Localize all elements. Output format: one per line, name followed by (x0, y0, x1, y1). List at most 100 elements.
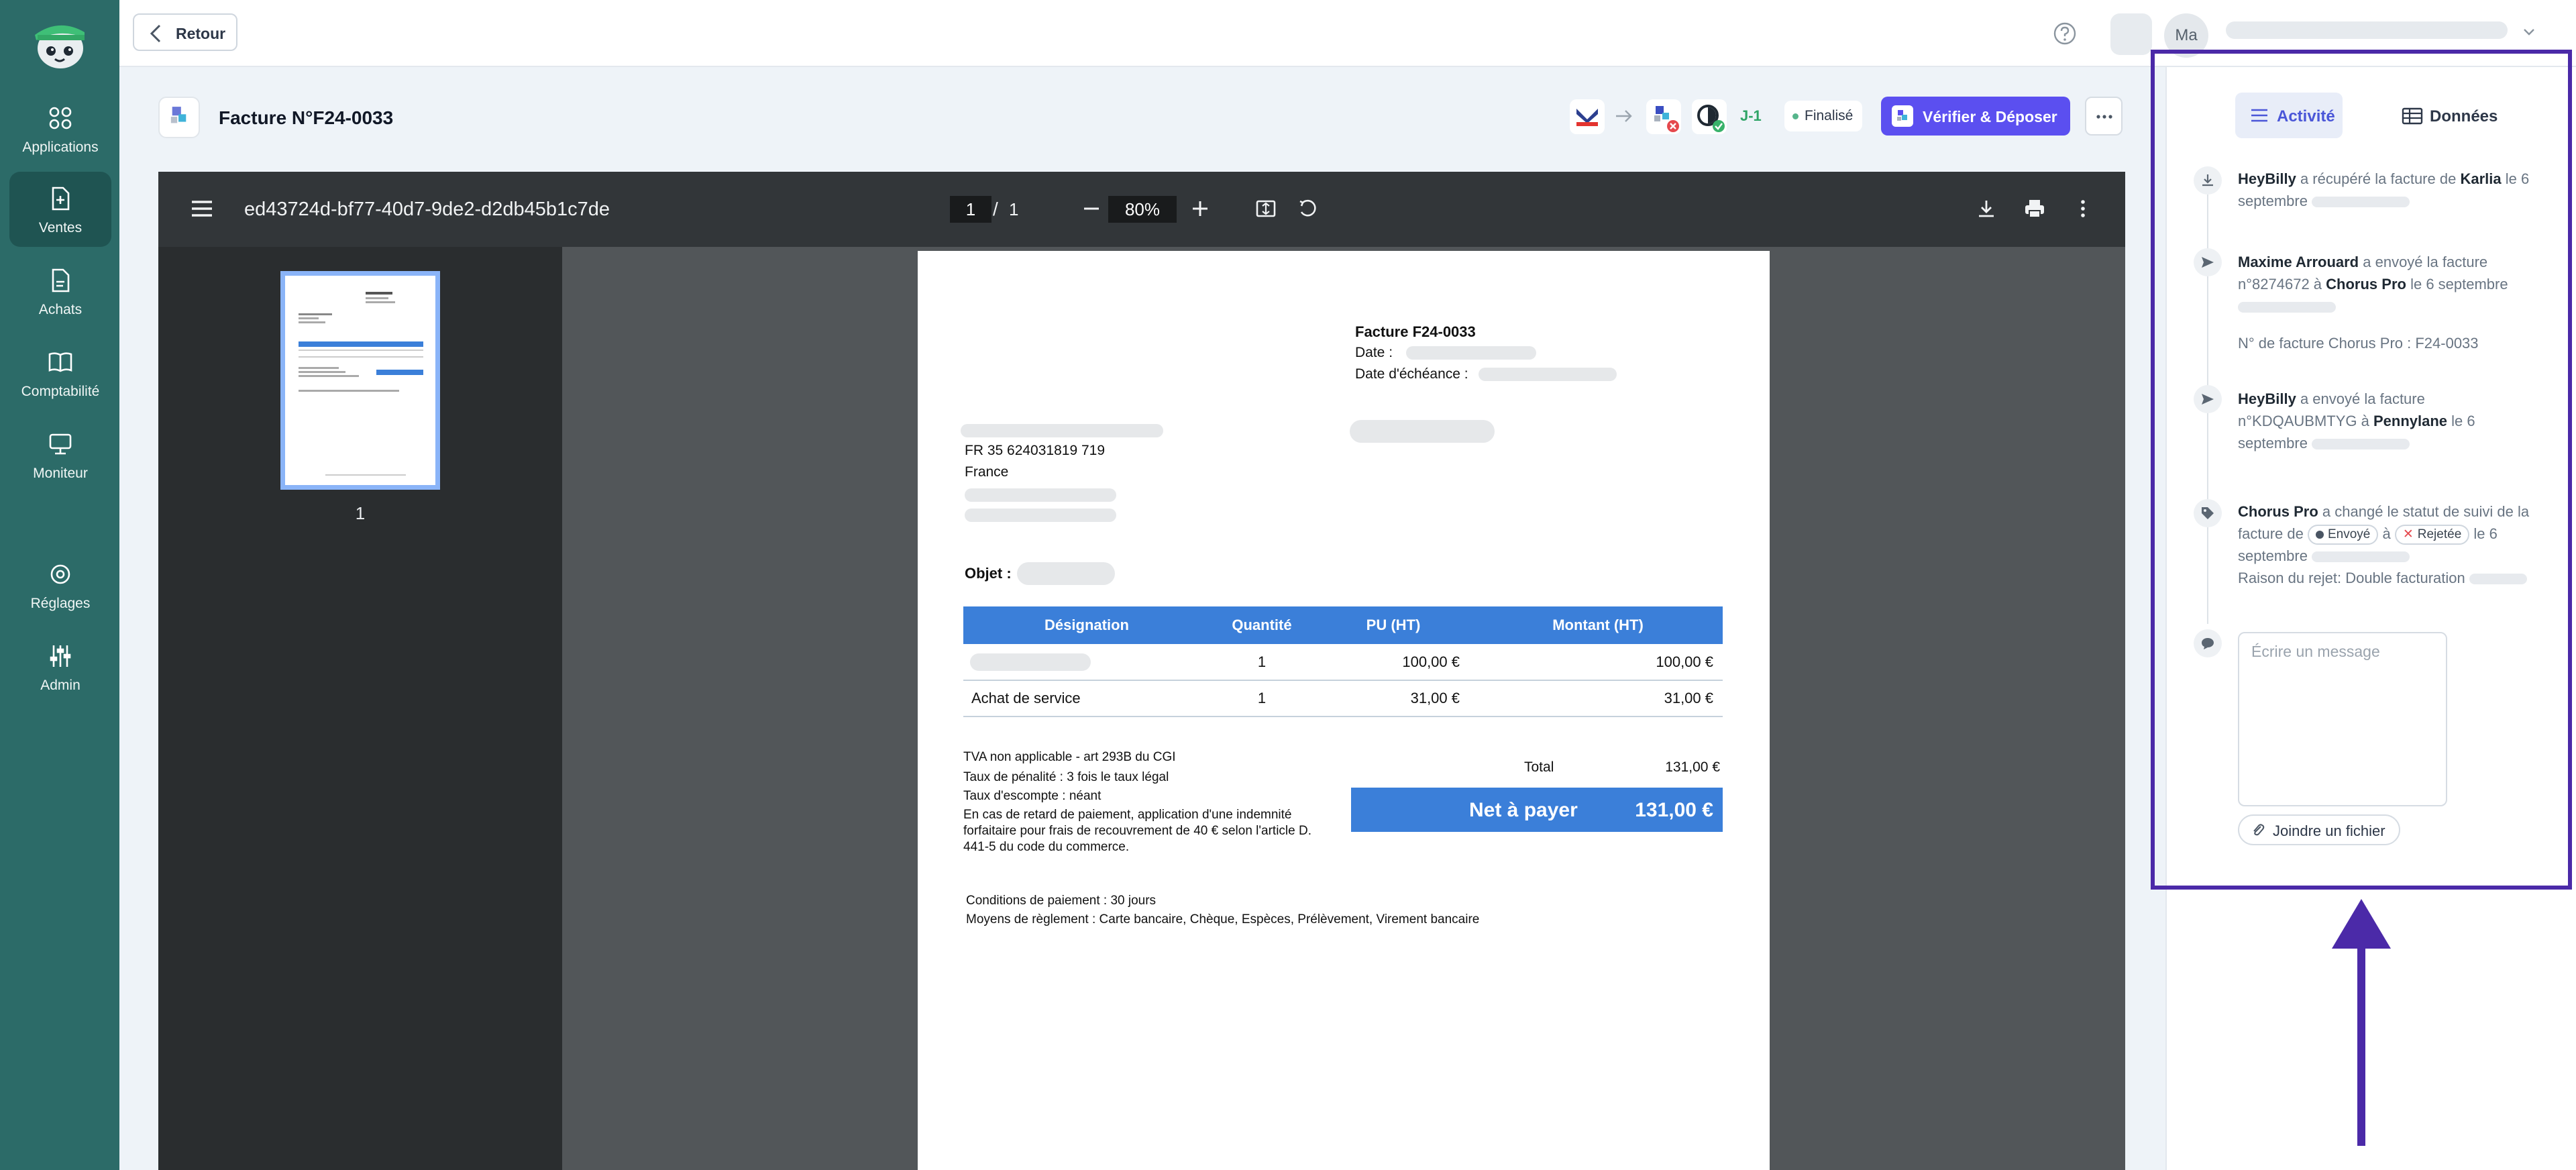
print-icon[interactable] (2023, 197, 2046, 220)
help-icon[interactable] (2053, 21, 2077, 46)
sidebar-item-ventes[interactable]: Ventes (9, 172, 111, 247)
zoom-level-input[interactable]: 80% (1108, 196, 1177, 223)
status-badge: Finalisé (1784, 101, 1863, 131)
sidebar-item-label: Applications (22, 140, 99, 155)
highlight-frame (2151, 50, 2572, 890)
page-number-input[interactable]: 1 (950, 196, 991, 223)
chorus-pro-rejected-icon[interactable] (1646, 99, 1681, 134)
subject-label: Objet : (965, 565, 1012, 582)
invoice-lines-table: Désignation Quantité PU (HT) Montant (HT… (963, 606, 1723, 717)
sidebar-item-label: Admin (40, 678, 80, 693)
thumbnail-sidebar: 1 (158, 247, 562, 1170)
thumbnail-page-number: 1 (355, 503, 366, 523)
sidebar-item-label: Comptabilité (21, 384, 100, 399)
back-button-label: Retour (176, 25, 226, 42)
table-header: Quantité (1210, 606, 1313, 644)
unit-price-cell: 100,00 € (1313, 644, 1473, 681)
sales-document-icon (52, 187, 70, 211)
sidebar-item-label: Réglages (30, 596, 91, 611)
more-options-button[interactable] (2085, 97, 2123, 136)
karlia-logo-icon[interactable] (1570, 99, 1605, 134)
monitor-icon (49, 433, 72, 455)
sliders-icon (50, 645, 71, 667)
total-value: 131,00 € (1665, 759, 1720, 775)
zoom-in-icon[interactable] (1189, 197, 1212, 220)
annotation-arrow-up-icon (2332, 899, 2391, 1146)
zoom-out-icon[interactable] (1080, 197, 1103, 220)
rotate-icon[interactable] (1296, 197, 1319, 220)
workspace-placeholder[interactable] (2110, 13, 2152, 55)
total-label: Total (1524, 759, 1554, 775)
sidebar-item-label: Ventes (38, 220, 83, 235)
back-button[interactable]: Retour (133, 13, 237, 51)
redacted-placeholder (1017, 562, 1115, 585)
payment-terms: Conditions de paiement : 30 jours (966, 894, 1157, 908)
page-thumbnail[interactable] (280, 271, 440, 490)
sidebar-item-admin[interactable]: Admin (9, 629, 111, 704)
invoice-source-icon (158, 97, 200, 138)
arrow-right-icon (1616, 110, 1632, 122)
table-header: PU (HT) (1313, 606, 1473, 644)
redacted-placeholder (970, 653, 1091, 672)
deadline-badge: J-1 (1740, 107, 1762, 124)
legal-note: Taux de pénalité : 3 fois le taux légal (963, 770, 1169, 784)
sidebar-item-comptabilite[interactable]: Comptabilité (9, 335, 111, 411)
sidebar-item-achats[interactable]: Achats (9, 254, 111, 329)
more-horizontal-icon (2096, 115, 2112, 119)
sidebar: Applications Ventes Achats Comptabilité … (0, 0, 119, 1170)
heybilly-cube-icon (170, 107, 186, 123)
pdf-file-name: ed43724d-bf77-40d7-9de2-d2db45b1c7de (244, 199, 610, 220)
purchase-document-icon (52, 268, 70, 292)
chevron-down-icon[interactable] (2522, 27, 2536, 38)
user-name-placeholder[interactable] (2226, 21, 2508, 39)
sidebar-item-applications[interactable]: Applications (9, 91, 111, 166)
pennylane-synced-icon[interactable] (1692, 99, 1727, 134)
invoice-date-label: Date : (1355, 345, 1393, 360)
table-header: Désignation (963, 606, 1210, 644)
legal-note: TVA non applicable - art 293B du CGI (963, 750, 1176, 764)
more-vertical-icon[interactable] (2072, 197, 2094, 220)
page-total: 1 (1009, 199, 1019, 219)
designation-cell (963, 644, 1210, 681)
quantity-cell: 1 (1210, 644, 1313, 681)
redacted-placeholder (965, 509, 1116, 522)
app-logo-icon[interactable] (28, 15, 90, 71)
verify-submit-button[interactable]: Vérifier & Déposer (1881, 97, 2070, 136)
download-icon[interactable] (1975, 197, 1998, 220)
unit-price-cell: 31,00 € (1313, 680, 1473, 717)
book-icon (48, 352, 72, 372)
redacted-placeholder (1350, 420, 1495, 443)
payment-methods: Moyens de règlement : Carte bancaire, Ch… (966, 912, 1480, 926)
client-country: France (965, 464, 1009, 480)
menu-icon[interactable] (191, 199, 213, 219)
redacted-placeholder (961, 424, 1163, 437)
legal-note: forfaitaire pour frais de recouvrement d… (963, 824, 1311, 838)
sidebar-item-label: Achats (38, 302, 83, 317)
apps-grid-icon (49, 107, 72, 129)
table-row: 1 100,00 € 100,00 € (963, 644, 1723, 681)
net-to-pay-value: 131,00 € (1635, 799, 1713, 821)
redacted-placeholder (1406, 346, 1536, 360)
sidebar-item-label: Moniteur (33, 466, 88, 481)
heybilly-cube-icon (1892, 105, 1913, 127)
sidebar-item-reglages[interactable]: Réglages (9, 547, 111, 623)
legal-note: Taux d'escompte : néant (963, 789, 1102, 803)
designation-cell: Achat de service (963, 680, 1210, 717)
redacted-placeholder (965, 488, 1116, 502)
due-date-label: Date d'échéance : (1355, 366, 1468, 382)
gear-icon (50, 564, 70, 584)
amount-cell: 31,00 € (1473, 680, 1723, 717)
page-title: Facture N°F24-0033 (219, 107, 394, 128)
fit-page-icon[interactable] (1254, 197, 1277, 220)
invoice-page: Facture F24-0033 Date : Date d'échéance … (918, 251, 1770, 1170)
amount-cell: 100,00 € (1473, 644, 1723, 681)
page-separator: / (993, 199, 998, 219)
invoice-reference: Facture F24-0033 (1355, 323, 1476, 340)
chevron-left-icon (150, 24, 161, 43)
table-row: Achat de service 1 31,00 € 31,00 € (963, 680, 1723, 717)
verify-submit-label: Vérifier & Déposer (1923, 108, 2057, 125)
vat-number: FR 35 624031819 719 (965, 443, 1106, 458)
legal-note: 441-5 du code du commerce. (963, 840, 1130, 854)
legal-note: En cas de retard de paiement, applicatio… (963, 808, 1292, 822)
sidebar-item-moniteur[interactable]: Moniteur (9, 417, 111, 492)
